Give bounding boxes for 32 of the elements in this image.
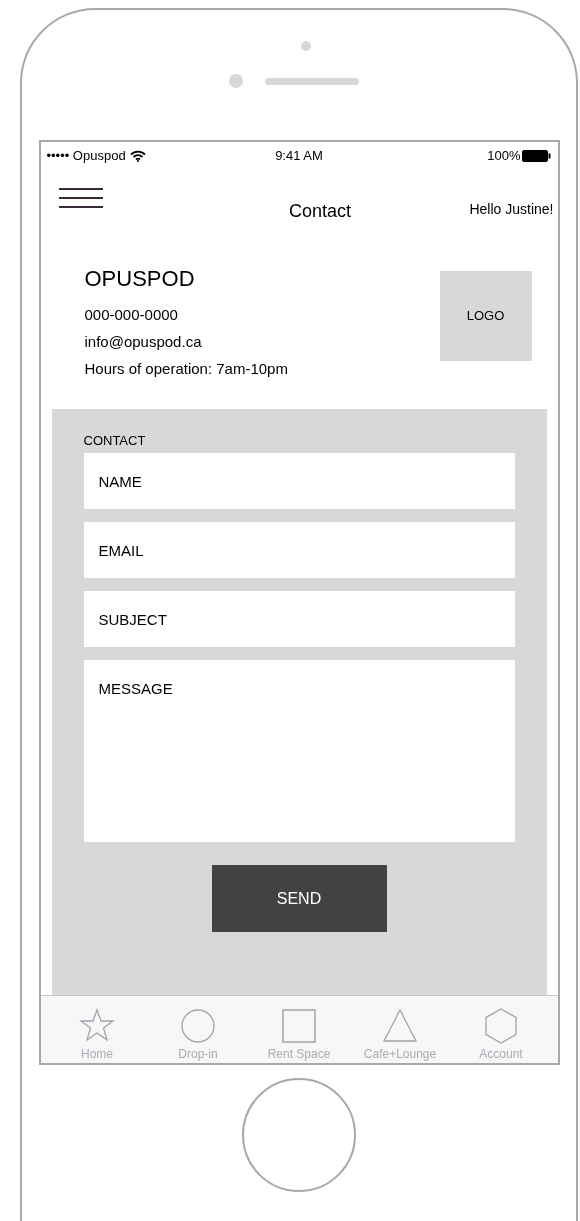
- company-phone: 000-000-0000: [84, 305, 179, 325]
- camera-icon: [300, 41, 311, 51]
- greeting-text: Hello Justine!: [469, 200, 554, 219]
- sensor-icon: [229, 74, 243, 88]
- tab-item[interactable]: Cafe+Lounge: [352, 996, 448, 1063]
- square-icon: [281, 1008, 317, 1044]
- tab-item[interactable]: Rent Space: [251, 996, 347, 1063]
- input-field[interactable]: NAME: [83, 453, 515, 509]
- battery-icon: [522, 150, 552, 162]
- input-field[interactable]: EMAIL: [83, 522, 515, 578]
- circle-icon: [180, 1008, 216, 1044]
- carrier-name: ••••• Opuspod: [46, 147, 126, 166]
- page-title: Contact: [288, 200, 351, 223]
- company-hours: Hours of operation: 7am-10pm: [84, 359, 288, 379]
- triangle-icon: [382, 1008, 418, 1044]
- star-icon: [79, 1008, 115, 1044]
- tab-item[interactable]: Drop-in: [150, 996, 246, 1063]
- input-field[interactable]: SUBJECT: [83, 591, 515, 647]
- status-time: 9:41 AM: [275, 147, 323, 166]
- tab-item[interactable]: Home: [49, 996, 145, 1063]
- message-field[interactable]: MESSAGE: [83, 660, 515, 842]
- tab-item[interactable]: Account: [453, 996, 549, 1063]
- menu-icon[interactable]: [58, 187, 103, 208]
- company-email: info@opuspod.ca: [84, 332, 203, 352]
- logo-image: LOGO: [439, 271, 532, 361]
- company-name: OPUSPOD: [84, 265, 196, 293]
- battery-percent: 100%: [487, 147, 521, 166]
- speaker-icon: [265, 77, 359, 85]
- hexagon-icon: [483, 1008, 519, 1044]
- send-button[interactable]: SEND: [211, 865, 387, 932]
- wifi-icon: [129, 150, 146, 162]
- form-heading: CONTACT: [83, 433, 147, 449]
